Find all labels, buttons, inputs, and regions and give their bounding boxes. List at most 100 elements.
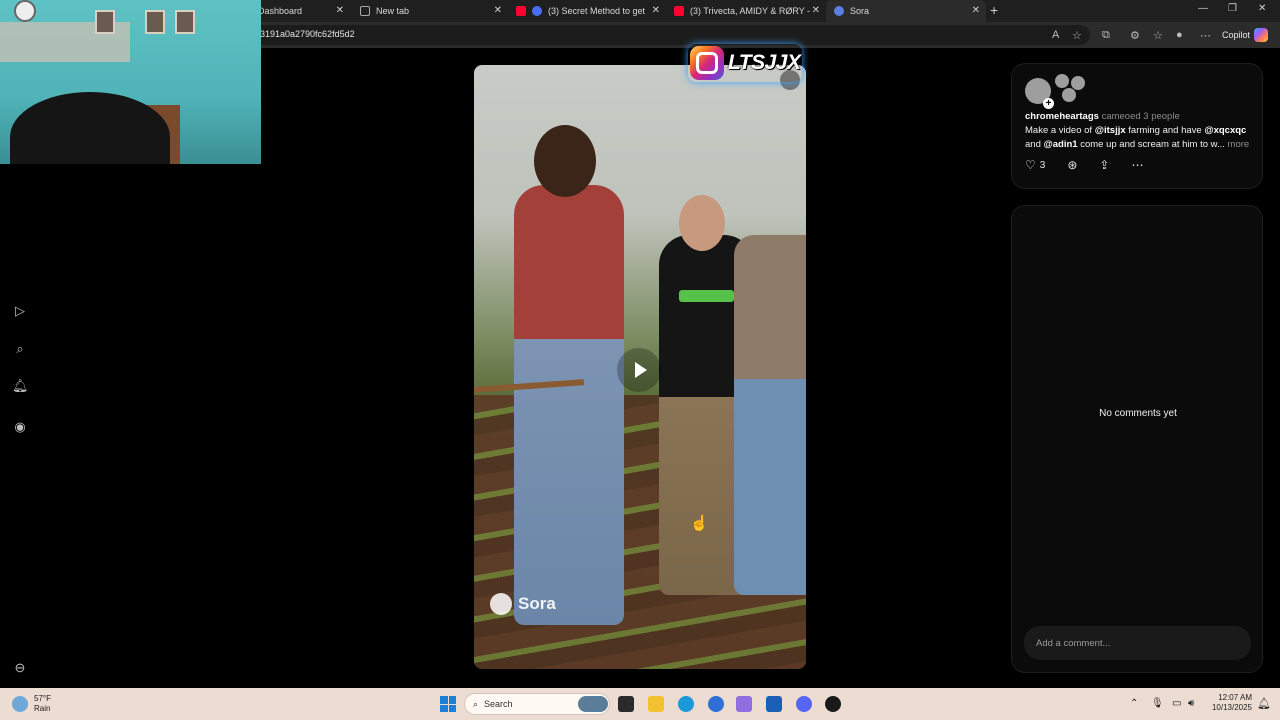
picture-frame xyxy=(175,10,195,34)
close-icon[interactable]: ✕ xyxy=(494,5,502,16)
more-options-button[interactable]: ⋯ xyxy=(1131,158,1143,172)
sora-watermark: Sora xyxy=(490,593,556,615)
close-icon[interactable]: ✕ xyxy=(336,5,344,16)
split-screen-icon[interactable]: ⚙ xyxy=(1130,29,1140,42)
sora-logo-icon xyxy=(490,593,512,615)
extensions-icon[interactable]: ⧉ xyxy=(1102,29,1110,42)
remix-icon: ⊛ xyxy=(1067,158,1078,172)
tab-label: Sora xyxy=(850,6,870,16)
like-count: 3 xyxy=(1039,159,1046,171)
clock-date: 10/13/2025 xyxy=(1211,703,1252,712)
follow-plus-icon[interactable]: + xyxy=(1043,98,1054,109)
caption-text: come up and scream at him to w... xyxy=(1077,138,1228,150)
comments-panel: No comments yet xyxy=(1011,205,1263,673)
discord-icon[interactable] xyxy=(796,696,812,712)
youtube-icon xyxy=(516,6,526,16)
cameo-avatar[interactable] xyxy=(1055,74,1069,88)
file-explorer-icon[interactable] xyxy=(648,696,664,712)
post-header: chromeheartags cameoed 3 people xyxy=(1025,111,1180,122)
post-username[interactable]: chromeheartags xyxy=(1025,111,1099,122)
chevron-up-icon[interactable]: ⌃ xyxy=(1130,698,1138,709)
favorite-star-icon[interactable]: ☆ xyxy=(1072,29,1082,42)
task-view-icon[interactable] xyxy=(618,696,634,712)
rain-cloud-icon xyxy=(12,696,28,712)
app-icon[interactable] xyxy=(825,696,841,712)
share-button[interactable]: ⇪ xyxy=(1099,158,1109,172)
mention-link[interactable]: @adin1 xyxy=(1044,139,1078,150)
network-icon[interactable]: ▭ xyxy=(1172,698,1181,709)
hand-cursor-icon: ☝ xyxy=(690,515,709,532)
tab-youtube-trivecta[interactable]: (3) Trivecta, AMIDY & RØRY - Ripp ✕ xyxy=(666,0,826,22)
profile-icon[interactable]: ◉ xyxy=(12,419,28,435)
profile-icon[interactable]: ● xyxy=(1176,29,1183,41)
page-icon xyxy=(360,6,370,16)
comment-input[interactable] xyxy=(1024,626,1251,660)
ellipsis-icon: ⋯ xyxy=(1131,158,1144,172)
cameo-avatar[interactable] xyxy=(1071,76,1085,90)
copilot-button[interactable]: Copilot xyxy=(1222,28,1269,42)
tab-new-tab[interactable]: New tab ✕ xyxy=(352,0,508,22)
url-text[interactable]: 3191a0a2790fc62fd5d2 xyxy=(260,29,355,39)
read-aloud-icon[interactable]: A xyxy=(1052,29,1059,41)
more-menu-icon[interactable]: ⋯ xyxy=(1200,29,1211,42)
windows-start-icon[interactable] xyxy=(440,696,456,712)
copilot-icon xyxy=(1254,28,1269,42)
favorites-icon[interactable]: ☆ xyxy=(1153,29,1163,42)
overlay-handle: LTSJJX xyxy=(728,51,801,74)
remix-button[interactable]: ⊛ xyxy=(1067,158,1077,172)
tab-youtube-secret-method[interactable]: (3) Secret Method to get MC ✕ xyxy=(508,0,666,22)
heart-icon: ♡ xyxy=(1025,158,1036,172)
video-person xyxy=(734,235,806,595)
store-icon[interactable] xyxy=(766,696,782,712)
more-link[interactable]: more xyxy=(1228,139,1250,150)
watermark-text: Sora xyxy=(518,594,556,613)
caption-text: and xyxy=(1025,138,1044,150)
close-window-button[interactable]: ✕ xyxy=(1258,3,1266,14)
mention-link[interactable]: @itsjjx xyxy=(1095,125,1126,136)
tab-label: Dashboard xyxy=(258,6,303,16)
tab-label: (3) Secret Method to get MC xyxy=(548,6,648,16)
tab-label: New tab xyxy=(376,6,410,16)
system-clock[interactable]: 12:07 AM 10/13/2025 xyxy=(1206,693,1252,713)
wall-clock-icon xyxy=(14,0,36,22)
play-button[interactable] xyxy=(617,348,661,392)
caption-text: Make a video of xyxy=(1025,125,1095,136)
close-icon[interactable]: ✕ xyxy=(812,5,820,16)
url-field[interactable] xyxy=(250,25,1090,45)
tab-dashboard[interactable]: Dashboard ✕ xyxy=(250,0,350,22)
post-caption: Make a video of @itsjjx farming and have… xyxy=(1025,124,1253,151)
close-icon[interactable]: ✕ xyxy=(972,5,980,16)
search-highlight-icon[interactable] xyxy=(578,696,608,712)
cameo-avatar[interactable] xyxy=(1062,88,1076,102)
clock-time: 12:07 AM xyxy=(1218,693,1252,702)
app-icon[interactable] xyxy=(708,696,724,712)
weather-widget[interactable]: 57°F Rain xyxy=(12,694,51,714)
edge-browser-icon[interactable] xyxy=(678,696,694,712)
tab-sora[interactable]: Sora ✕ xyxy=(826,0,986,22)
temperature: 57°F xyxy=(34,694,51,703)
new-tab-button[interactable]: + xyxy=(990,2,998,18)
tab-label: (3) Trivecta, AMIDY & RØRY - Ripp xyxy=(690,6,810,16)
minimize-button[interactable]: — xyxy=(1198,3,1208,14)
like-button[interactable]: ♡ 3 xyxy=(1025,158,1045,172)
webcam-person xyxy=(10,92,170,164)
speaker-icon[interactable]: 🔊︎ xyxy=(1188,698,1194,709)
notification-bell-icon[interactable]: 🔔︎ xyxy=(1257,697,1271,710)
collapse-icon[interactable]: ⊖ xyxy=(12,660,28,676)
video-person xyxy=(514,185,624,625)
video-person-head xyxy=(534,125,596,197)
bell-icon[interactable]: 🔔︎ xyxy=(12,378,29,394)
microphone-icon[interactable]: 🎙︎ xyxy=(1151,698,1164,709)
search-icon[interactable]: ⌕ xyxy=(12,341,28,357)
audio-icon xyxy=(532,6,542,16)
restore-button[interactable]: ❐ xyxy=(1228,3,1237,14)
close-icon[interactable]: ✕ xyxy=(652,5,660,16)
webcam-overlay xyxy=(0,0,261,164)
app-icon[interactable] xyxy=(736,696,752,712)
empty-comments-message: No comments yet xyxy=(1099,408,1177,419)
sora-icon xyxy=(834,6,844,16)
play-icon[interactable]: ▷ xyxy=(12,303,28,319)
post-actions: ♡ 3 ⊛ ⇪ ⋯ xyxy=(1025,158,1165,172)
mention-link[interactable]: @xqcxqc xyxy=(1204,125,1246,136)
video-player[interactable]: Sora xyxy=(474,65,806,669)
